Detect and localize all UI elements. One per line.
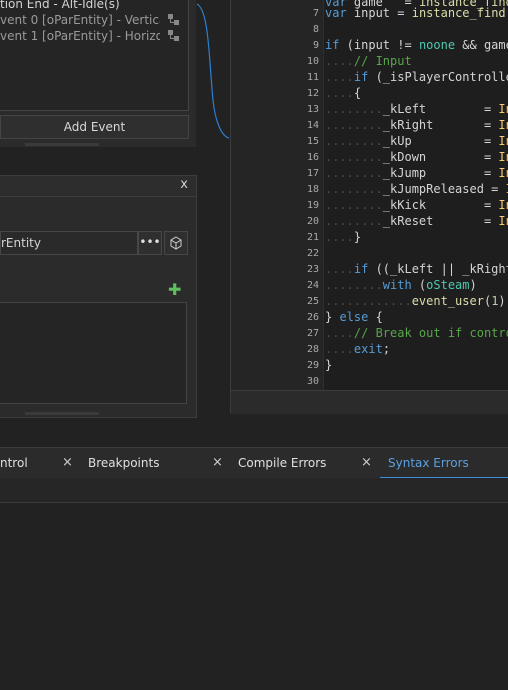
line-number: 17 [306, 168, 319, 179]
collision-event-icon [168, 30, 179, 41]
line-number: 21 [306, 232, 319, 243]
code-line: if (input != noone && game [325, 38, 508, 52]
line-number: 7 [312, 8, 319, 19]
more-options-button[interactable]: ••• [138, 231, 162, 255]
code-line: ....// Break out if control [325, 326, 508, 340]
scrollbar[interactable] [25, 412, 99, 415]
code-line: ....{ [325, 86, 362, 100]
code-line: ........_kLeft = In [325, 102, 508, 116]
line-number: 27 [306, 328, 319, 339]
object-picker-button[interactable] [164, 231, 188, 255]
code-text-area[interactable]: var game = instance_find( var input = in… [323, 0, 508, 390]
code-line: } [325, 358, 333, 372]
output-toolbar [0, 478, 508, 503]
close-icon[interactable]: × [62, 455, 73, 470]
code-line: ........_kReset = In [325, 214, 508, 228]
code-line: ....if (_isPlayerControlled [325, 70, 508, 84]
event-item[interactable]: vent 1 [oParEntity] - Horizonta [0, 29, 160, 45]
code-line: ........_kJumpReleased = In [325, 182, 508, 196]
close-icon[interactable]: × [361, 455, 372, 470]
code-line: ........_kKick = In [325, 198, 508, 212]
editor-footer [231, 390, 508, 414]
code-line: ....// Input [325, 54, 412, 68]
line-number: 20 [306, 216, 319, 227]
line-number: 30 [306, 376, 319, 387]
line-number: 16 [306, 152, 319, 163]
tab-compile-errors[interactable]: Compile Errors [238, 456, 326, 470]
event-item[interactable]: vent 0 [oParEntity] - Vertical C [0, 13, 160, 29]
code-line: } else { [325, 310, 383, 324]
close-button[interactable]: x [180, 177, 188, 192]
code-line: ....} [325, 230, 362, 244]
event-item[interactable]: tion End - Alt-Idle(s) [0, 0, 160, 13]
line-number: 12 [306, 88, 319, 99]
code-line: ........_kRight = In [325, 118, 508, 132]
code-line: ........_kJump = In [325, 166, 508, 180]
line-number: 13 [306, 104, 319, 115]
tab-syntax-errors[interactable]: Syntax Errors [388, 456, 469, 470]
scrollbar[interactable] [25, 143, 99, 146]
cube-icon [170, 236, 182, 250]
line-number-gutter: 7 8 9 10 11 12 13 14 15 16 17 18 19 20 21 22 23 24 25 26 27 2… [239, 0, 319, 390]
add-event-button[interactable]: Add Event [0, 115, 189, 139]
line-number: 10 [306, 56, 319, 67]
tab-control[interactable]: ntrol [0, 456, 28, 470]
line-number: 11 [306, 72, 319, 83]
line-number: 19 [306, 200, 319, 211]
line-number: 23 [306, 264, 319, 275]
properties-panel: x rEntity ••• ✚ [0, 175, 197, 418]
line-number: 15 [306, 136, 319, 147]
code-line: ........with (oSteam) [325, 278, 477, 292]
line-number: 26 [306, 312, 319, 323]
code-line: ........_kUp = In [325, 134, 508, 148]
code-line: ....exit; [325, 342, 391, 356]
parent-object-field[interactable]: rEntity [0, 231, 138, 255]
collision-event-icon [168, 14, 179, 25]
tab-breakpoints[interactable]: Breakpoints [88, 456, 159, 470]
line-number: 25 [306, 296, 319, 307]
line-number: 18 [306, 184, 319, 195]
connector-line [196, 3, 230, 139]
line-number: 24 [306, 280, 319, 291]
panel-header: x [0, 176, 196, 197]
line-number: 9 [312, 40, 319, 51]
events-list: tion End - Alt-Idle(s) vent 0 [oParEntit… [0, 0, 189, 111]
plus-icon[interactable]: ✚ [168, 280, 181, 299]
code-line: ....if ((_kLeft || _kRight [325, 262, 508, 276]
properties-list [0, 302, 187, 404]
code-editor: 7 8 9 10 11 12 13 14 15 16 17 18 19 20 21 22 23 24 25 26 27 2… [230, 0, 508, 414]
code-line: ........_kDown = In [325, 150, 508, 164]
line-number: 14 [306, 120, 319, 131]
output-pane [0, 503, 508, 690]
line-number: 29 [306, 360, 319, 371]
line-number: 28 [306, 344, 319, 355]
line-number: 8 [312, 24, 319, 35]
line-number: 22 [306, 248, 319, 259]
output-tabs: ntrol × Breakpoints × Compile Errors × S… [0, 447, 508, 479]
code-line: ............event_user(1); [325, 294, 508, 308]
events-panel: tion End - Alt-Idle(s) vent 0 [oParEntit… [0, 0, 196, 147]
close-icon[interactable]: × [212, 455, 223, 470]
code-line: var input = instance_find( [325, 6, 508, 20]
